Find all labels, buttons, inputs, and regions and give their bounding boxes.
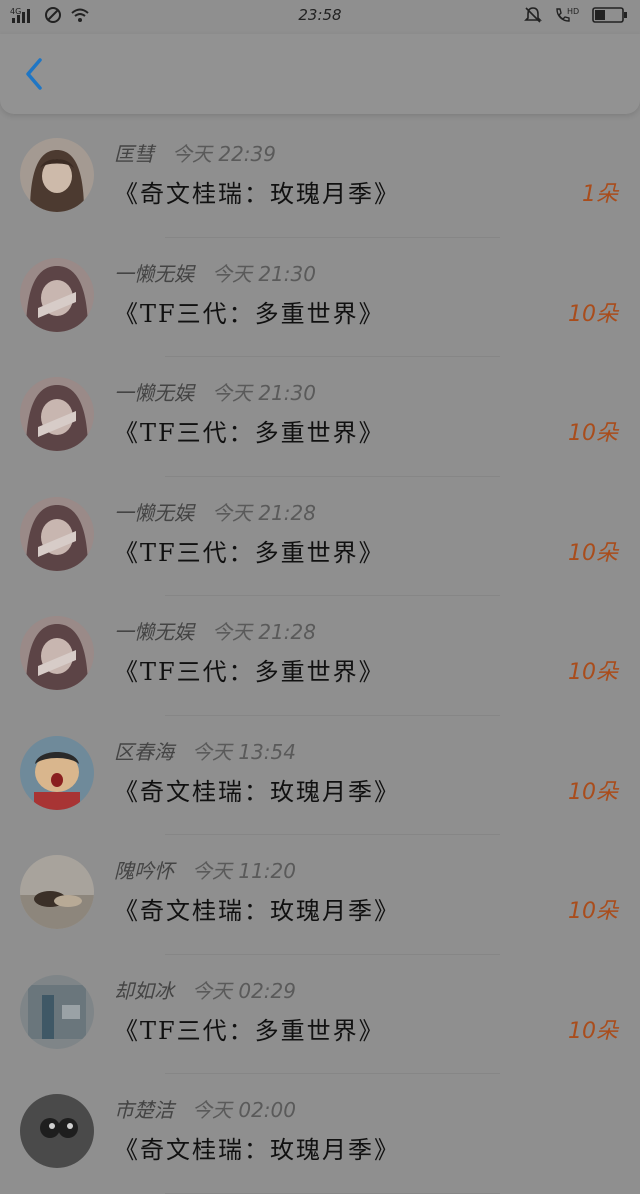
avatar xyxy=(20,377,94,451)
book-title: 《奇文桂瑞：玫瑰月季》 xyxy=(114,1136,400,1164)
flower-count: 10朵 xyxy=(568,1018,618,1044)
svg-text:HD: HD xyxy=(567,7,579,16)
list-item[interactable]: 市楚洁 今天 02:00 《奇文桂瑞：玫瑰月季》 xyxy=(0,1074,640,1194)
book-title: 《奇文桂瑞：玫瑰月季》 xyxy=(114,180,400,208)
book-title: 《TF三代：多重世界》 xyxy=(114,658,385,686)
item-meta: 却如冰 今天 02:29 xyxy=(114,975,296,1004)
sender-name: 一懒无娱 xyxy=(114,500,194,525)
list-item[interactable]: 一懒无娱 今天 21:30 《TF三代：多重世界》 10朵 xyxy=(0,357,640,477)
avatar xyxy=(20,257,94,332)
back-button[interactable] xyxy=(18,54,54,94)
item-time: 今天 21:28 xyxy=(212,620,316,644)
sender-name: 市楚洁 xyxy=(114,1098,174,1122)
sender-name: 一懒无娱 xyxy=(114,620,194,644)
flower-count: 10朵 xyxy=(568,540,618,566)
chevron-left-icon xyxy=(26,58,42,90)
gift-list: 匡彗 今天 22:39 《奇文桂瑞：玫瑰月季》 1朵 一懒无娱 今天 21:30… xyxy=(0,118,640,1194)
mute-icon xyxy=(524,6,542,24)
flower-count: 10朵 xyxy=(568,779,618,805)
item-meta: 匡彗 今天 22:39 xyxy=(114,138,276,167)
flower-count: 1朵 xyxy=(582,182,618,207)
list-item[interactable]: 隗吟怀 今天 11:20 《奇文桂瑞：玫瑰月季》 10朵 xyxy=(0,835,640,955)
book-title: 《TF三代：多重世界》 xyxy=(114,419,385,447)
item-time: 今天 21:30 xyxy=(212,261,316,286)
book-title: 《奇文桂瑞：玫瑰月季》 xyxy=(114,777,400,806)
book-title: 《TF三代：多重世界》 xyxy=(114,1016,385,1045)
flower-count: 10朵 xyxy=(568,301,618,327)
item-meta: 区春海 今天 13:54 xyxy=(114,736,296,765)
avatar xyxy=(20,616,94,690)
list-item[interactable]: 一懒无娱 今天 21:28 《TF三代：多重世界》 10朵 xyxy=(0,477,640,597)
item-meta: 市楚洁 今天 02:00 xyxy=(114,1094,296,1123)
item-meta: 一懒无娱 今天 21:28 xyxy=(114,616,316,645)
item-meta: 一懒无娱 今天 21:30 xyxy=(114,377,316,406)
battery-icon xyxy=(592,6,628,24)
list-item[interactable]: 匡彗 今天 22:39 《奇文桂瑞：玫瑰月季》 1朵 xyxy=(0,118,640,238)
status-right: HD xyxy=(524,6,628,24)
flower-count: 10朵 xyxy=(568,421,618,446)
list-item[interactable]: 却如冰 今天 02:29 《TF三代：多重世界》 10朵 xyxy=(0,955,640,1075)
avatar xyxy=(20,1094,94,1168)
sender-name: 却如冰 xyxy=(114,978,174,1003)
header-bar xyxy=(0,34,640,114)
item-meta: 一懒无娱 今天 21:28 xyxy=(114,497,316,526)
item-time: 今天 02:00 xyxy=(192,1098,296,1122)
item-time: 今天 22:39 xyxy=(172,142,276,166)
sender-name: 匡彗 xyxy=(114,142,154,166)
item-time: 今天 11:20 xyxy=(192,859,296,883)
flower-count: 10朵 xyxy=(568,899,618,924)
book-title: 《TF三代：多重世界》 xyxy=(114,538,385,567)
status-bar: 4G 23:58 HD xyxy=(0,0,640,34)
avatar xyxy=(20,496,94,571)
item-time: 今天 13:54 xyxy=(192,739,296,764)
book-title: 《奇文桂瑞：玫瑰月季》 xyxy=(114,897,400,925)
sender-name: 一懒无娱 xyxy=(114,381,194,405)
flower-count: 10朵 xyxy=(568,660,618,685)
item-meta: 一懒无娱 今天 21:30 xyxy=(114,258,316,287)
book-title: 《TF三代：多重世界》 xyxy=(114,299,385,328)
list-item[interactable]: 区春海 今天 13:54 《奇文桂瑞：玫瑰月季》 10朵 xyxy=(0,716,640,836)
list-item[interactable]: 一懒无娱 今天 21:28 《TF三代：多重世界》 10朵 xyxy=(0,596,640,716)
sender-name: 区春海 xyxy=(114,739,174,764)
item-time: 今天 02:29 xyxy=(192,978,296,1003)
item-time: 今天 21:30 xyxy=(212,381,316,405)
avatar xyxy=(20,855,94,929)
list-item[interactable]: 一懒无娱 今天 21:30 《TF三代：多重世界》 10朵 xyxy=(0,238,640,358)
avatar xyxy=(20,974,94,1049)
sender-name: 一懒无娱 xyxy=(114,261,194,286)
sender-name: 隗吟怀 xyxy=(114,859,174,883)
item-time: 今天 21:28 xyxy=(212,500,316,525)
hd-call-icon: HD xyxy=(554,6,580,24)
avatar xyxy=(20,138,94,212)
avatar xyxy=(20,735,94,810)
item-meta: 隗吟怀 今天 11:20 xyxy=(114,855,296,884)
